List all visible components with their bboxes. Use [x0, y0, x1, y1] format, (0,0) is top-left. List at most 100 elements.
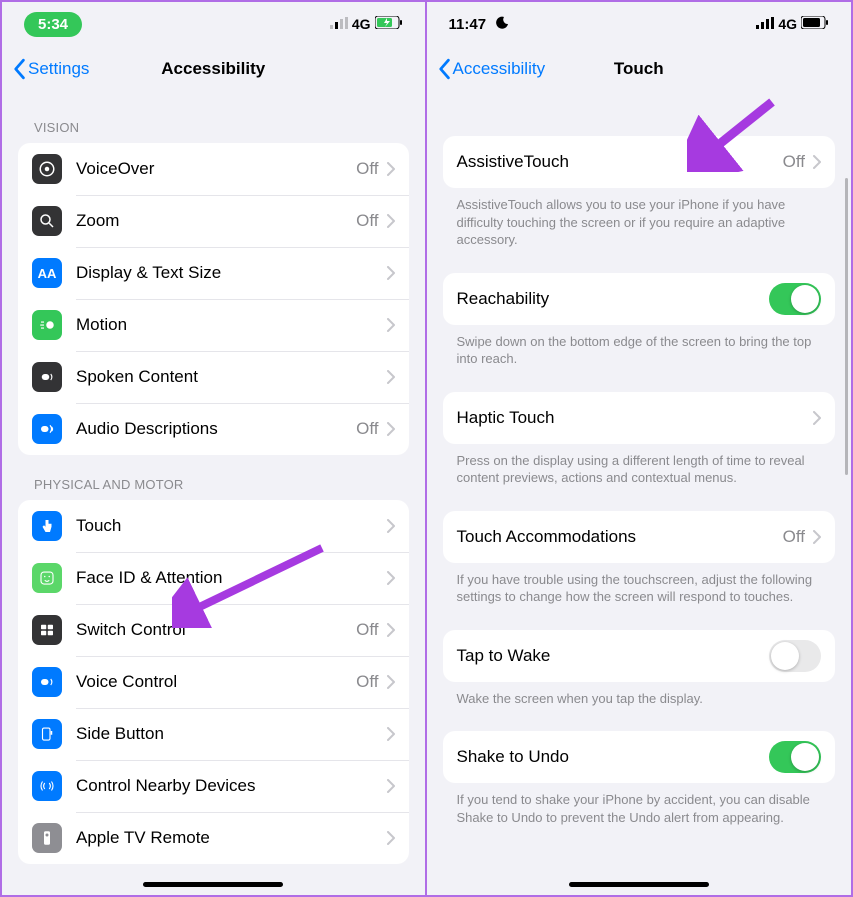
row-audio-descriptions[interactable]: Audio DescriptionsOff	[18, 403, 409, 455]
cellular-icon	[330, 16, 348, 33]
phone-accessibility: 5:34 4G Settings Accessibility VISION Vo…	[2, 2, 427, 895]
chevron-right-icon	[387, 623, 395, 637]
row-voice-control[interactable]: Voice ControlOff	[18, 656, 409, 708]
chevron-left-icon	[12, 58, 26, 80]
row-label: VoiceOver	[76, 159, 356, 179]
group-tap-to-wake: Tap to Wake	[443, 630, 836, 682]
footer-shake-to-undo: If you tend to shake your iPhone by acci…	[427, 783, 852, 830]
group-motor: TouchFace ID & AttentionSwitch ControlOf…	[18, 500, 409, 864]
chevron-right-icon	[387, 214, 395, 228]
chevron-right-icon	[387, 831, 395, 845]
chevron-right-icon	[813, 411, 821, 425]
content-scroll[interactable]: AssistiveTouch Off AssistiveTouch allows…	[427, 98, 852, 895]
chevron-right-icon	[387, 318, 395, 332]
row-label: Audio Descriptions	[76, 419, 356, 439]
row-face-id-attention[interactable]: Face ID & Attention	[18, 552, 409, 604]
row-spoken-content[interactable]: Spoken Content	[18, 351, 409, 403]
tvremote-icon	[32, 823, 62, 853]
row-value: Off	[356, 672, 378, 692]
faceid-icon	[32, 563, 62, 593]
row-tap-to-wake[interactable]: Tap to Wake	[443, 630, 836, 682]
back-button[interactable]: Accessibility	[437, 58, 546, 80]
chevron-right-icon	[813, 155, 821, 169]
group-touch-accommodations: Touch Accommodations Off	[443, 511, 836, 563]
row-touch-accommodations[interactable]: Touch Accommodations Off	[443, 511, 836, 563]
toggle-tap-to-wake[interactable]	[769, 640, 821, 672]
nav-bar: Settings Accessibility	[2, 46, 425, 92]
scrollbar[interactable]	[845, 178, 848, 475]
row-label: Display & Text Size	[76, 263, 387, 283]
footer-touch-accommodations: If you have trouble using the touchscree…	[427, 563, 852, 610]
chevron-right-icon	[387, 162, 395, 176]
chevron-right-icon	[387, 422, 395, 436]
group-assistivetouch: AssistiveTouch Off	[443, 136, 836, 188]
textsize-icon: AA	[32, 258, 62, 288]
chevron-right-icon	[387, 675, 395, 689]
battery-icon	[801, 16, 829, 33]
footer-haptic: Press on the display using a different l…	[427, 444, 852, 491]
row-value: Off	[783, 527, 805, 547]
row-label: Reachability	[457, 289, 770, 309]
row-value: Off	[356, 159, 378, 179]
home-indicator[interactable]	[143, 882, 283, 887]
battery-charging-icon	[375, 16, 403, 33]
section-header-motor: PHYSICAL AND MOTOR	[2, 455, 425, 500]
row-zoom[interactable]: ZoomOff	[18, 195, 409, 247]
row-apple-tv-remote[interactable]: Apple TV Remote	[18, 812, 409, 864]
row-label: Face ID & Attention	[76, 568, 387, 588]
row-label: Spoken Content	[76, 367, 387, 387]
row-voiceover[interactable]: VoiceOverOff	[18, 143, 409, 195]
touch-icon	[32, 511, 62, 541]
row-label: Switch Control	[76, 620, 356, 640]
voicecontrol-icon	[32, 667, 62, 697]
row-side-button[interactable]: Side Button	[18, 708, 409, 760]
row-touch[interactable]: Touch	[18, 500, 409, 552]
chevron-right-icon	[387, 519, 395, 533]
back-label: Settings	[28, 59, 89, 79]
row-assistivetouch[interactable]: AssistiveTouch Off	[443, 136, 836, 188]
motion-icon	[32, 310, 62, 340]
chevron-right-icon	[387, 266, 395, 280]
row-value: Off	[356, 620, 378, 640]
group-haptic: Haptic Touch	[443, 392, 836, 444]
network-label: 4G	[778, 16, 797, 32]
network-label: 4G	[352, 16, 371, 32]
status-time: 11:47	[449, 16, 487, 33]
row-label: Voice Control	[76, 672, 356, 692]
row-value: Off	[356, 419, 378, 439]
home-indicator[interactable]	[569, 882, 709, 887]
row-label: AssistiveTouch	[457, 152, 783, 172]
chevron-right-icon	[387, 370, 395, 384]
row-control-nearby-devices[interactable]: Control Nearby Devices	[18, 760, 409, 812]
sidebutton-icon	[32, 719, 62, 749]
do-not-disturb-icon	[496, 16, 509, 32]
row-display-text-size[interactable]: AA Display & Text Size	[18, 247, 409, 299]
chevron-right-icon	[387, 571, 395, 585]
row-label: Tap to Wake	[457, 646, 770, 666]
row-label: Side Button	[76, 724, 387, 744]
row-label: Shake to Undo	[457, 747, 770, 767]
row-switch-control[interactable]: Switch ControlOff	[18, 604, 409, 656]
row-reachability[interactable]: Reachability	[443, 273, 836, 325]
toggle-shake-to-undo[interactable]	[769, 741, 821, 773]
toggle-reachability[interactable]	[769, 283, 821, 315]
spoken-icon	[32, 362, 62, 392]
row-label: Apple TV Remote	[76, 828, 387, 848]
footer-reachability: Swipe down on the bottom edge of the scr…	[427, 325, 852, 372]
group-vision: VoiceOverOffZoomOffAADisplay & Text Size…	[18, 143, 409, 455]
chevron-right-icon	[813, 530, 821, 544]
back-button[interactable]: Settings	[12, 58, 89, 80]
row-value: Off	[356, 211, 378, 231]
row-shake-to-undo[interactable]: Shake to Undo	[443, 731, 836, 783]
row-label: Zoom	[76, 211, 356, 231]
row-haptic-touch[interactable]: Haptic Touch	[443, 392, 836, 444]
audiodesc-icon	[32, 414, 62, 444]
nearby-icon	[32, 771, 62, 801]
zoom-icon	[32, 206, 62, 236]
row-label: Motion	[76, 315, 387, 335]
content-scroll[interactable]: VISION VoiceOverOffZoomOffAADisplay & Te…	[2, 98, 425, 895]
back-label: Accessibility	[453, 59, 546, 79]
row-motion[interactable]: Motion	[18, 299, 409, 351]
group-reachability: Reachability	[443, 273, 836, 325]
group-shake-to-undo: Shake to Undo	[443, 731, 836, 783]
